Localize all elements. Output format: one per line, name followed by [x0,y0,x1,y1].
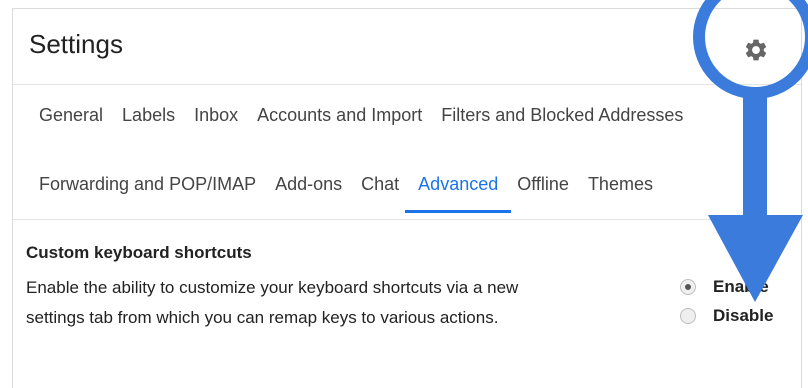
tab-labels[interactable]: Labels [121,105,176,126]
page-title: Settings [29,29,123,59]
shortcut-radio-group: Enable Disable [680,272,773,330]
settings-tabs-row-1: General Labels Inbox Accounts and Import Fil… [38,105,701,126]
section-title: Custom keyboard shortcuts [26,243,252,262]
tab-advanced[interactable]: Advanced [405,174,512,213]
enable-label: Enable [713,276,769,296]
settings-tabs-row-2: Forwarding and POP/IMAP Add-ons Chat Advanc… [38,174,671,213]
section-description: Enable the ability to customize your key… [26,278,519,327]
enable-radio[interactable] [680,278,696,295]
disable-option[interactable]: Disable [680,301,773,330]
enable-option[interactable]: Enable [680,272,773,301]
divider [13,219,801,220]
tab-add-ons[interactable]: Add-ons [274,174,343,195]
tab-accounts-and-import[interactable]: Accounts and Import [256,105,423,126]
tab-themes[interactable]: Themes [587,174,654,195]
tab-inbox[interactable]: Inbox [193,105,239,126]
tab-general[interactable]: General [38,105,104,126]
disable-radio[interactable] [680,307,696,324]
tab-forwarding-and-pop-imap[interactable]: Forwarding and POP/IMAP [38,174,257,195]
tab-filters-and-blocked-addresses[interactable]: Filters and Blocked Addresses [440,105,684,126]
settings-gear-button[interactable] [734,28,778,72]
tab-chat[interactable]: Chat [360,174,400,195]
disable-label: Disable [713,305,774,325]
settings-header: Settings [13,9,801,85]
tab-offline[interactable]: Offline [516,174,570,195]
gear-icon [745,39,767,61]
